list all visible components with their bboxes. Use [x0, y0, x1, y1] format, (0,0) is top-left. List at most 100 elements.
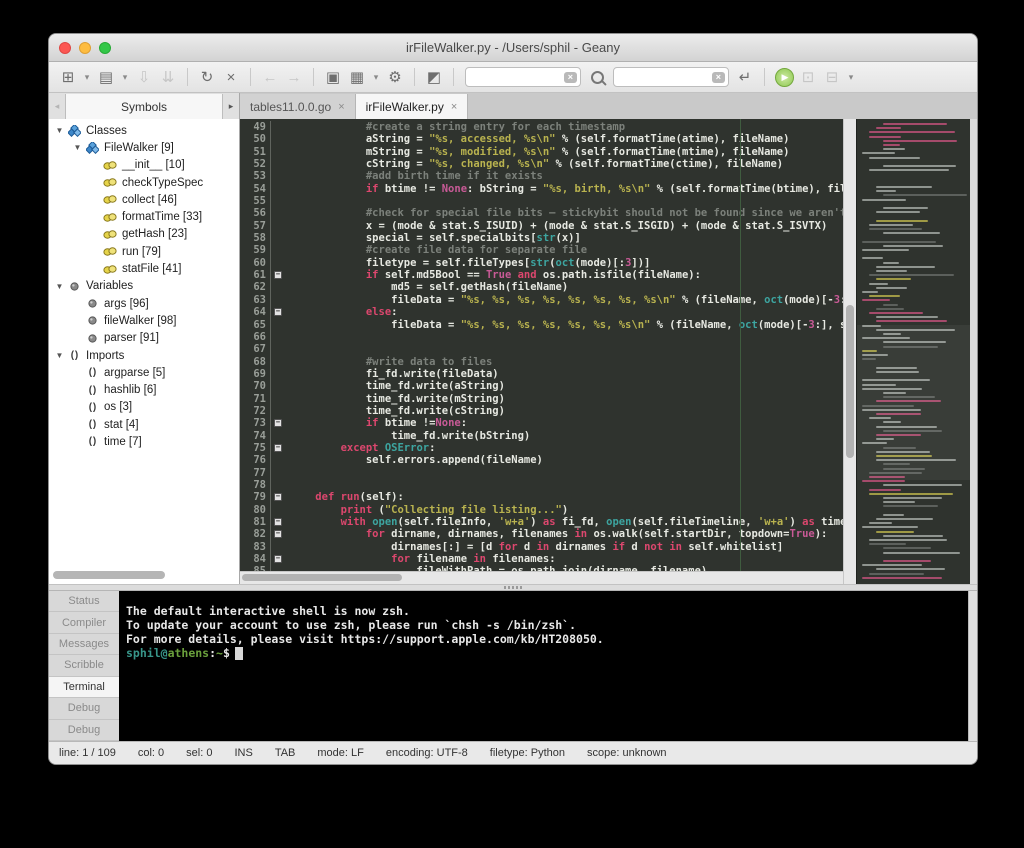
new-file-button[interactable]: ⊞: [57, 66, 79, 88]
tab-close-icon[interactable]: ×: [451, 101, 457, 113]
code-line[interactable]: 65 fileData = "%s, %s, %s, %s, %s, %s, %…: [240, 319, 843, 331]
code-line[interactable]: 69 fi_fd.write(fileData): [240, 368, 843, 380]
symbol-item-filewalker-98-[interactable]: fileWalker [98]: [49, 312, 239, 329]
search-button[interactable]: [586, 66, 608, 88]
fold-collapse-icon[interactable]: −: [274, 271, 282, 279]
fold-collapse-icon[interactable]: −: [274, 530, 282, 538]
code-line[interactable]: 74 time_fd.write(bString): [240, 430, 843, 442]
symbol-item-collect-46-[interactable]: collect [46]: [49, 191, 239, 208]
zoom-window-button[interactable]: [99, 42, 111, 54]
symbol-item-run-79-[interactable]: run [79]: [49, 243, 239, 260]
bottom-tab-status[interactable]: Status: [49, 591, 119, 612]
tree-expander-icon[interactable]: ▼: [71, 143, 84, 152]
symbol-item-variables[interactable]: ▼Variables: [49, 278, 239, 295]
goto-line-entry[interactable]: ×: [613, 67, 729, 87]
symbol-item-parser-91-[interactable]: parser [91]: [49, 330, 239, 347]
revert-button[interactable]: ↻: [196, 66, 218, 88]
minimize-window-button[interactable]: [79, 42, 91, 54]
run-button[interactable]: ▶: [773, 66, 795, 88]
quit-button[interactable]: ⊡: [797, 66, 819, 88]
symbol-item-classes[interactable]: ▼Classes: [49, 122, 239, 139]
code-line[interactable]: 59 #create file data for separate file: [240, 244, 843, 256]
bottom-tab-messages[interactable]: Messages: [49, 634, 119, 655]
nav-back-button[interactable]: ←: [259, 66, 281, 88]
new-file-dropdown[interactable]: ▾: [81, 66, 93, 88]
editor-vscroll-thumb[interactable]: [846, 305, 854, 458]
editor-vscrollbar[interactable]: [843, 119, 856, 584]
fold-collapse-icon[interactable]: −: [274, 419, 282, 427]
close-window-button[interactable]: [59, 42, 71, 54]
symbol-item-filewalker-9-[interactable]: ▼FileWalker [9]: [49, 139, 239, 156]
code-line[interactable]: 62 md5 = self.getHash(fileName): [240, 281, 843, 293]
code-editor[interactable]: 49 #create a string entry for each times…: [240, 119, 843, 584]
toolbar-overflow-button[interactable]: ▾: [845, 66, 857, 88]
code-line[interactable]: 52 cString = "%s, changed, %s\n" % (self…: [240, 158, 843, 170]
search-entry[interactable]: ×: [465, 67, 581, 87]
build-button[interactable]: ▦: [346, 66, 368, 88]
code-line[interactable]: 81− with open(self.fileInfo, 'w+a') as f…: [240, 516, 843, 528]
code-lines[interactable]: 49 #create a string entry for each times…: [240, 119, 843, 571]
tab-symbols[interactable]: Symbols: [65, 94, 223, 119]
code-line[interactable]: 50 aString = "%s, accessed, %s\n" % (sel…: [240, 133, 843, 145]
sidebar-nav-left-icon[interactable]: ◂: [49, 93, 65, 119]
code-line[interactable]: 77: [240, 467, 843, 479]
symbol-item-checktypespec[interactable]: checkTypeSpec: [49, 174, 239, 191]
fold-collapse-icon[interactable]: −: [274, 444, 282, 452]
symbol-item-time-7-[interactable]: ( )time [7]: [49, 433, 239, 450]
code-line[interactable]: 84− for filename in filenames:: [240, 553, 843, 565]
symbol-item-__init__-10-[interactable]: __init__ [10]: [49, 157, 239, 174]
open-file-button[interactable]: ▤: [95, 66, 117, 88]
editor-hscrollbar[interactable]: [240, 571, 843, 584]
clear-entry-icon[interactable]: ×: [712, 72, 725, 83]
fold-collapse-icon[interactable]: −: [274, 493, 282, 501]
code-line[interactable]: 66: [240, 331, 843, 343]
fold-collapse-icon[interactable]: −: [274, 518, 282, 526]
tree-expander-icon[interactable]: ▼: [53, 351, 66, 360]
symbol-item-argparse-5-[interactable]: ( )argparse [5]: [49, 364, 239, 381]
close-document-button[interactable]: ×: [220, 66, 242, 88]
code-line[interactable]: 78: [240, 479, 843, 491]
bottom-tab-compiler[interactable]: Compiler: [49, 612, 119, 633]
tab-tables11-0-0-go[interactable]: tables11.0.0.go×: [240, 94, 356, 119]
print-button[interactable]: ⊟: [821, 66, 843, 88]
code-line[interactable]: 82− for dirname, dirnames, filenames in …: [240, 528, 843, 540]
code-line[interactable]: 63 fileData = "%s, %s, %s, %s, %s, %s, %…: [240, 294, 843, 306]
sidebar-nav-right-icon[interactable]: ▸: [223, 93, 239, 119]
code-line[interactable]: 80 print ("Collecting file listing..."): [240, 504, 843, 516]
code-line[interactable]: 68 #write data to files: [240, 356, 843, 368]
code-line[interactable]: 75− except OSError:: [240, 442, 843, 454]
symbol-item-gethash-23-[interactable]: getHash [23]: [49, 226, 239, 243]
code-line[interactable]: 54 if btime != None: bString = "%s, birt…: [240, 183, 843, 195]
code-line[interactable]: 79− def run(self):: [240, 491, 843, 503]
bottom-tab-terminal[interactable]: Terminal: [49, 677, 119, 698]
bottom-tab-scribble[interactable]: Scribble: [49, 655, 119, 676]
code-line[interactable]: 49 #create a string entry for each times…: [240, 121, 843, 133]
code-line[interactable]: 55: [240, 195, 843, 207]
sidebar-hscrollbar[interactable]: [53, 571, 165, 579]
clear-entry-icon[interactable]: ×: [564, 72, 577, 83]
code-line[interactable]: 70 time_fd.write(aString): [240, 380, 843, 392]
code-line[interactable]: 57 x = (mode & stat.S_ISUID) + (mode & s…: [240, 220, 843, 232]
bottom-tab-debug-2[interactable]: Debug: [49, 720, 119, 741]
color-chooser-button[interactable]: ◩: [423, 66, 445, 88]
open-file-dropdown[interactable]: ▾: [119, 66, 131, 88]
code-minimap[interactable]: [856, 119, 970, 584]
symbol-item-os-3-[interactable]: ( )os [3]: [49, 399, 239, 416]
panel-splitter[interactable]: [49, 584, 977, 591]
symbol-item-statfile-41-[interactable]: statFile [41]: [49, 260, 239, 277]
bottom-tab-debug[interactable]: Debug: [49, 698, 119, 719]
terminal-scrollbar[interactable]: [968, 591, 977, 741]
tree-expander-icon[interactable]: ▼: [53, 126, 66, 135]
code-line[interactable]: 58 special = self.specialbits[str(x)]: [240, 232, 843, 244]
goto-line-button[interactable]: ↵: [734, 66, 756, 88]
fold-collapse-icon[interactable]: −: [274, 308, 282, 316]
tab-close-icon[interactable]: ×: [338, 101, 344, 113]
save-all-button[interactable]: ⇊: [157, 66, 179, 88]
symbol-item-imports[interactable]: ▼( )Imports: [49, 347, 239, 364]
tree-expander-icon[interactable]: ▼: [53, 282, 66, 291]
symbol-item-args-96-[interactable]: args [96]: [49, 295, 239, 312]
code-line[interactable]: 64− else:: [240, 306, 843, 318]
code-line[interactable]: 72 time_fd.write(cString): [240, 405, 843, 417]
code-line[interactable]: 56 #check for special file bits – sticky…: [240, 207, 843, 219]
code-line[interactable]: 53 #add birth time if it exists: [240, 170, 843, 182]
